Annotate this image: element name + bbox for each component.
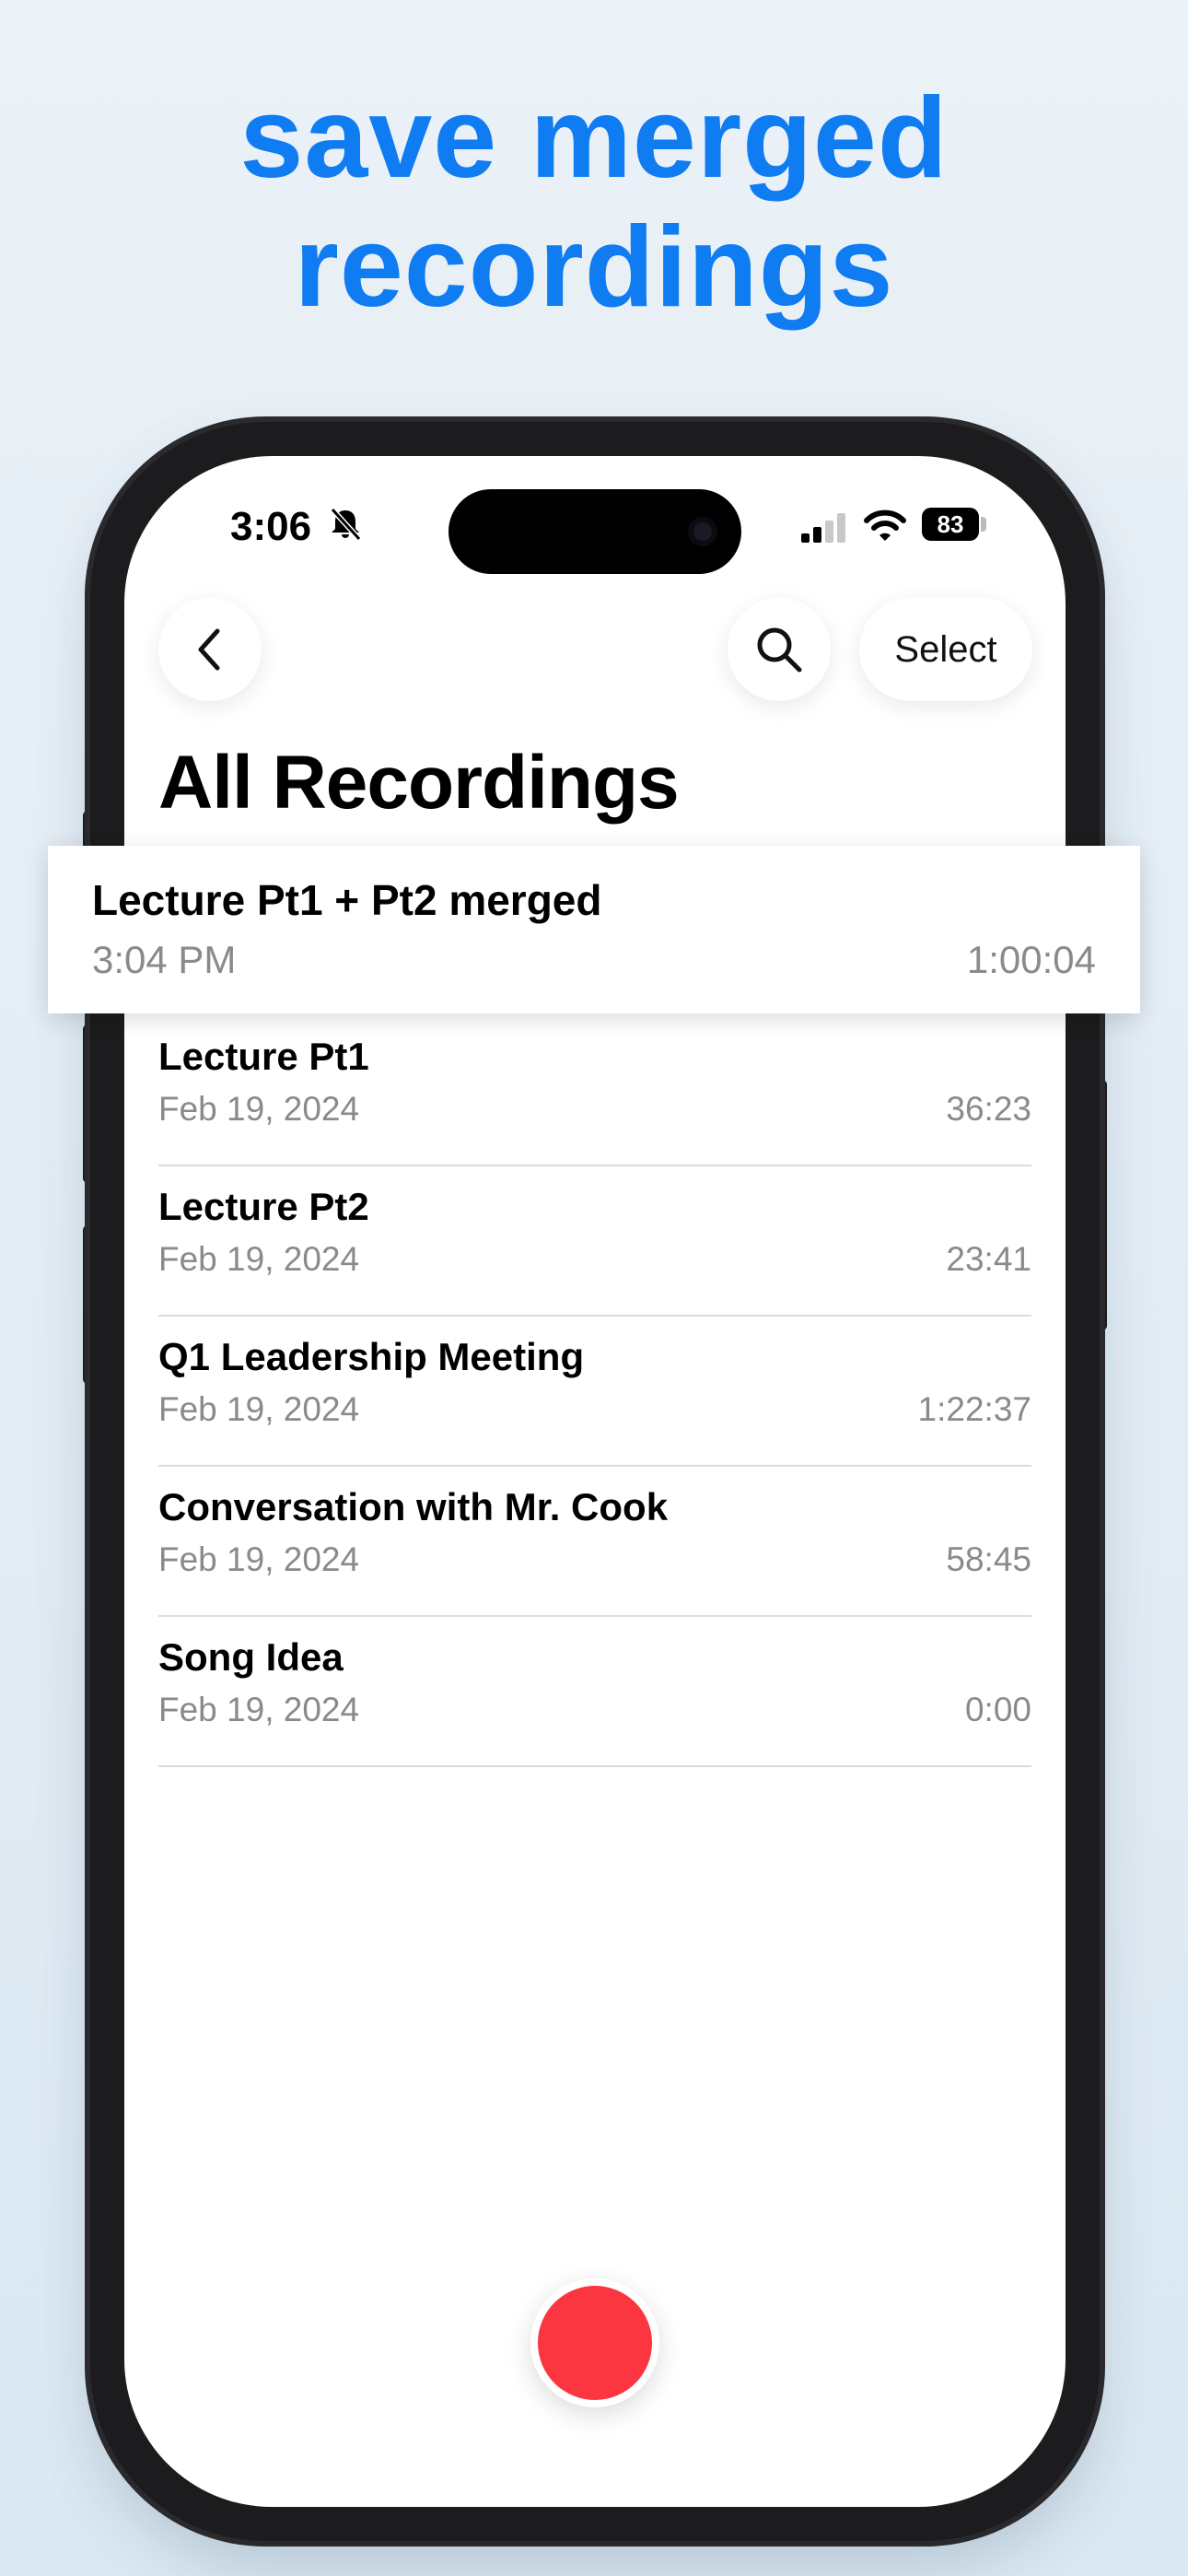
signal-icon bbox=[801, 513, 845, 543]
recording-duration: 1:22:37 bbox=[917, 1390, 1031, 1428]
headline: save merged recordings bbox=[0, 74, 1188, 332]
recording-duration: 36:23 bbox=[946, 1090, 1031, 1128]
recording-duration: 23:41 bbox=[946, 1240, 1031, 1278]
recording-date: 3:04 PM bbox=[92, 938, 237, 981]
recording-row[interactable]: Lecture Pt2 Feb 19, 2024 23:41 bbox=[158, 1165, 1031, 1317]
recording-date: Feb 19, 2024 bbox=[158, 1390, 360, 1428]
bell-slash-icon bbox=[330, 507, 362, 542]
search-icon bbox=[757, 627, 802, 673]
recording-date: Feb 19, 2024 bbox=[158, 1691, 360, 1728]
recording-name: Lecture Pt2 bbox=[158, 1185, 369, 1228]
recording-row[interactable]: Conversation with Mr. Cook Feb 19, 2024 … bbox=[158, 1465, 1031, 1617]
chevron-left-icon bbox=[198, 628, 220, 671]
recording-duration: 58:45 bbox=[946, 1540, 1031, 1578]
recording-duration: 0:00 bbox=[964, 1691, 1031, 1728]
phone-screen: 3:06 83 Select All Recordings Lecture Pt… bbox=[124, 456, 1066, 2507]
front-camera bbox=[688, 517, 717, 546]
battery-icon: 83 bbox=[922, 508, 979, 541]
recording-row[interactable]: Song Idea Feb 19, 2024 0:00 bbox=[158, 1615, 1031, 1767]
recording-date: Feb 19, 2024 bbox=[158, 1090, 360, 1128]
recording-name: Q1 Leadership Meeting bbox=[158, 1335, 585, 1378]
recording-name: Song Idea bbox=[158, 1635, 344, 1679]
battery-cap bbox=[981, 517, 986, 532]
select-button[interactable]: Select bbox=[859, 598, 1032, 701]
status-time: 3:06 bbox=[230, 504, 312, 549]
back-button[interactable] bbox=[158, 598, 262, 701]
search-button[interactable] bbox=[728, 598, 831, 701]
dynamic-island bbox=[448, 489, 741, 574]
record-button[interactable] bbox=[530, 2278, 659, 2407]
page-title: All Recordings bbox=[158, 741, 680, 825]
recording-date: Feb 19, 2024 bbox=[158, 1240, 360, 1278]
recording-row[interactable]: Lecture Pt1 Feb 19, 2024 36:23 bbox=[158, 1014, 1031, 1166]
wifi-icon bbox=[864, 509, 906, 541]
recording-row[interactable]: Q1 Leadership Meeting Feb 19, 2024 1:22:… bbox=[158, 1315, 1031, 1467]
recording-duration: 1:00:04 bbox=[966, 938, 1096, 981]
headline-line-2: recordings bbox=[294, 204, 894, 331]
recording-date: Feb 19, 2024 bbox=[158, 1540, 360, 1578]
recording-name: Conversation with Mr. Cook bbox=[158, 1485, 669, 1528]
recording-name: Lecture Pt1 bbox=[158, 1035, 369, 1078]
headline-line-1: save merged bbox=[239, 75, 949, 202]
merged-recording-card[interactable]: Lecture Pt1 + Pt2 merged 3:04 PM 1:00:04 bbox=[48, 846, 1140, 1013]
record-icon bbox=[538, 2286, 652, 2400]
recording-name: Lecture Pt1 + Pt2 merged bbox=[92, 876, 602, 924]
